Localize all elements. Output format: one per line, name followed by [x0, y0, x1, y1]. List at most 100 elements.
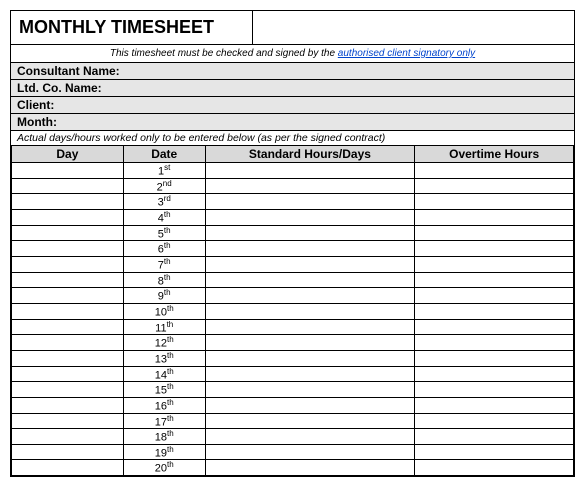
- company-label: Ltd. Co. Name:: [11, 80, 161, 96]
- table-header-row: Day Date Standard Hours/Days Overtime Ho…: [12, 146, 574, 163]
- date-number: 20: [155, 463, 167, 475]
- cell-overtime-hours: [415, 178, 574, 194]
- cell-overtime-hours: [415, 413, 574, 429]
- cell-overtime-hours: [415, 303, 574, 319]
- consultant-row: Consultant Name:: [11, 63, 574, 80]
- date-ordinal: th: [164, 226, 171, 235]
- date-ordinal: th: [167, 460, 174, 469]
- cell-standard-hours: [205, 272, 415, 288]
- date-number: 17: [155, 416, 167, 428]
- cell-standard-hours: [205, 444, 415, 460]
- cell-standard-hours: [205, 413, 415, 429]
- timesheet-document: MONTHLY TIMESHEET This timesheet must be…: [10, 10, 575, 477]
- company-row: Ltd. Co. Name:: [11, 80, 574, 97]
- cell-day: [12, 225, 124, 241]
- cell-overtime-hours: [415, 288, 574, 304]
- cell-standard-hours: [205, 303, 415, 319]
- table-row: 4th: [12, 209, 574, 225]
- table-row: 16th: [12, 397, 574, 413]
- cell-standard-hours: [205, 460, 415, 476]
- cell-date: 2nd: [123, 178, 205, 194]
- header-overtime: Overtime Hours: [415, 146, 574, 163]
- date-ordinal: th: [167, 398, 174, 407]
- date-number: 14: [155, 369, 167, 381]
- table-row: 14th: [12, 366, 574, 382]
- date-number: 16: [155, 401, 167, 413]
- date-ordinal: rd: [164, 194, 171, 203]
- title-row: MONTHLY TIMESHEET: [11, 11, 574, 45]
- document-title: MONTHLY TIMESHEET: [11, 11, 253, 44]
- table-row: 3rd: [12, 194, 574, 210]
- cell-standard-hours: [205, 382, 415, 398]
- date-ordinal: th: [167, 351, 174, 360]
- cell-day: [12, 272, 124, 288]
- cell-day: [12, 319, 124, 335]
- table-row: 13th: [12, 350, 574, 366]
- date-ordinal: th: [164, 241, 171, 250]
- date-ordinal: th: [164, 288, 171, 297]
- table-row: 5th: [12, 225, 574, 241]
- cell-date: 14th: [123, 366, 205, 382]
- table-row: 6th: [12, 241, 574, 257]
- cell-standard-hours: [205, 335, 415, 351]
- cell-overtime-hours: [415, 460, 574, 476]
- cell-overtime-hours: [415, 397, 574, 413]
- date-ordinal: th: [167, 335, 174, 344]
- cell-standard-hours: [205, 241, 415, 257]
- cell-overtime-hours: [415, 444, 574, 460]
- cell-day: [12, 460, 124, 476]
- cell-overtime-hours: [415, 429, 574, 445]
- cell-date: 7th: [123, 256, 205, 272]
- date-ordinal: th: [167, 445, 174, 454]
- cell-standard-hours: [205, 225, 415, 241]
- table-row: 1st: [12, 163, 574, 179]
- table-row: 2nd: [12, 178, 574, 194]
- client-row: Client:: [11, 97, 574, 114]
- date-ordinal: th: [164, 273, 171, 282]
- table-row: 10th: [12, 303, 574, 319]
- cell-day: [12, 335, 124, 351]
- cell-day: [12, 256, 124, 272]
- cell-date: 9th: [123, 288, 205, 304]
- cell-day: [12, 382, 124, 398]
- cell-overtime-hours: [415, 319, 574, 335]
- cell-overtime-hours: [415, 382, 574, 398]
- cell-standard-hours: [205, 209, 415, 225]
- company-value: [161, 80, 574, 96]
- cell-date: 18th: [123, 429, 205, 445]
- cell-date: 15th: [123, 382, 205, 398]
- date-number: 18: [155, 432, 167, 444]
- table-row: 9th: [12, 288, 574, 304]
- date-number: 11: [155, 322, 166, 334]
- date-ordinal: th: [164, 210, 171, 219]
- header-day: Day: [12, 146, 124, 163]
- cell-overtime-hours: [415, 256, 574, 272]
- date-number: 15: [155, 385, 167, 397]
- cell-day: [12, 397, 124, 413]
- cell-day: [12, 241, 124, 257]
- cell-date: 5th: [123, 225, 205, 241]
- cell-day: [12, 209, 124, 225]
- date-ordinal: nd: [163, 179, 172, 188]
- cell-standard-hours: [205, 366, 415, 382]
- consultant-value: [161, 63, 574, 79]
- date-ordinal: th: [167, 320, 174, 329]
- date-ordinal: th: [167, 304, 174, 313]
- cell-overtime-hours: [415, 350, 574, 366]
- cell-date: 13th: [123, 350, 205, 366]
- client-value: [161, 97, 574, 113]
- notice-link: authorised client signatory only: [338, 48, 475, 59]
- table-row: 7th: [12, 256, 574, 272]
- cell-day: [12, 366, 124, 382]
- date-number: 10: [155, 307, 167, 319]
- month-label: Month:: [11, 114, 161, 130]
- table-row: 12th: [12, 335, 574, 351]
- header-date: Date: [123, 146, 205, 163]
- cell-day: [12, 413, 124, 429]
- cell-overtime-hours: [415, 209, 574, 225]
- cell-date: 8th: [123, 272, 205, 288]
- cell-standard-hours: [205, 256, 415, 272]
- cell-day: [12, 163, 124, 179]
- cell-day: [12, 178, 124, 194]
- date-number: 19: [155, 447, 167, 459]
